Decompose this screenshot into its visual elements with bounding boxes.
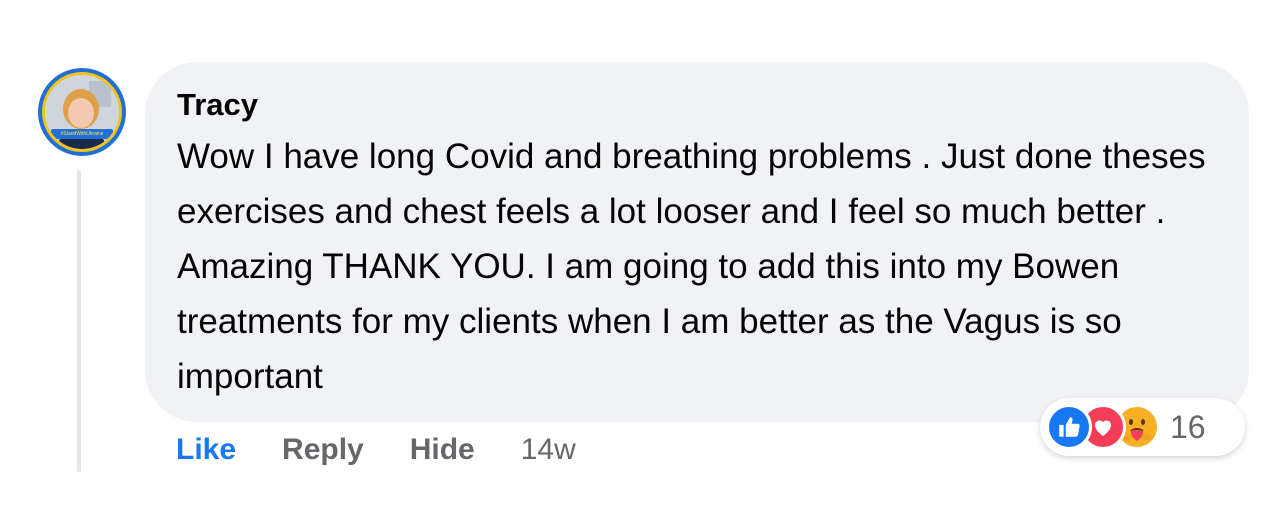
comment: #StandWithUkraine Tracy Wow I have long … (0, 0, 1280, 520)
avatar-photo: #StandWithUkraine (42, 72, 122, 152)
reactions-summary[interactable]: 16 (1040, 398, 1245, 456)
avatar-frame-banner: #StandWithUkraine (51, 129, 113, 139)
comment-bubble: Tracy Wow I have long Covid and breathin… (145, 62, 1249, 422)
like-button[interactable]: Like (176, 433, 236, 467)
avatar[interactable]: #StandWithUkraine (38, 68, 126, 156)
comment-actions: Like Reply Hide 14w (176, 428, 576, 472)
thread-line (77, 170, 81, 472)
reaction-count: 16 (1170, 408, 1206, 445)
comment-author[interactable]: Tracy (177, 87, 1219, 123)
reply-button[interactable]: Reply (282, 433, 364, 467)
comment-text: Wow I have long Covid and breathing prob… (177, 137, 1206, 396)
comment-timestamp[interactable]: 14w (521, 433, 576, 467)
hide-button[interactable]: Hide (410, 433, 475, 467)
like-icon (1046, 404, 1092, 450)
